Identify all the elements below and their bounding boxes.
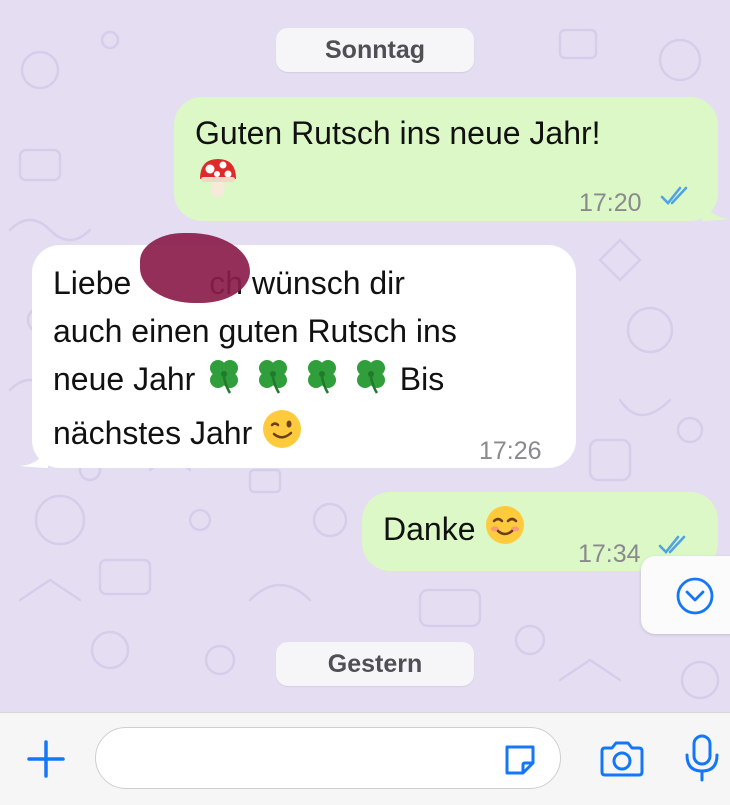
message-line: Bis: [399, 361, 445, 397]
message-text: Liebe ch wünsch dir auch einen guten Ruts…: [53, 259, 457, 463]
message-text: Guten Rutsch ins neue Jahr!: [195, 115, 601, 151]
winking-face-emoji: [261, 408, 303, 463]
date-divider: Sonntag: [276, 28, 474, 72]
read-receipt-icon: [658, 535, 686, 554]
smiling-face-emoji: [484, 504, 526, 559]
bubble-tail: [20, 442, 48, 468]
message-time: 17:34: [578, 540, 641, 568]
chevron-down-circle-icon: [676, 577, 714, 615]
attach-button[interactable]: [26, 739, 66, 784]
four-leaf-clover-emoji: [253, 355, 293, 408]
date-divider: Gestern: [276, 642, 474, 686]
sticker-icon: [505, 745, 535, 775]
message-bubble-outgoing[interactable]: Guten Rutsch ins neue Jahr! 17:20: [174, 97, 730, 221]
bubble-tail: [702, 195, 730, 221]
plus-icon: [27, 740, 65, 778]
read-receipt-icon: [660, 186, 688, 205]
camera-icon: [600, 741, 644, 777]
message-text: Danke: [383, 510, 476, 547]
microphone-icon: [685, 734, 719, 782]
message-time: 17:20: [579, 189, 642, 217]
scroll-to-bottom-button[interactable]: [641, 556, 730, 634]
message-bubble-incoming[interactable]: Liebe ch wünsch dir auch einen guten Ruts…: [20, 233, 576, 468]
message-input[interactable]: [95, 727, 561, 789]
message-line: auch einen guten Rutsch ins: [53, 313, 457, 349]
four-leaf-clover-emoji: [351, 355, 391, 408]
mushroom-emoji: [196, 155, 240, 212]
sticker-button[interactable]: [501, 741, 539, 784]
composer-bar: [0, 712, 730, 805]
message-time: 17:26: [479, 437, 542, 465]
voice-message-button[interactable]: [682, 733, 722, 788]
message-line: nächstes Jahr: [53, 415, 253, 451]
message-line: Liebe: [53, 265, 132, 301]
message-line: neue Jahr: [53, 361, 196, 397]
four-leaf-clover-emoji: [204, 355, 244, 408]
camera-button[interactable]: [598, 739, 646, 784]
four-leaf-clover-emoji: [302, 355, 342, 408]
